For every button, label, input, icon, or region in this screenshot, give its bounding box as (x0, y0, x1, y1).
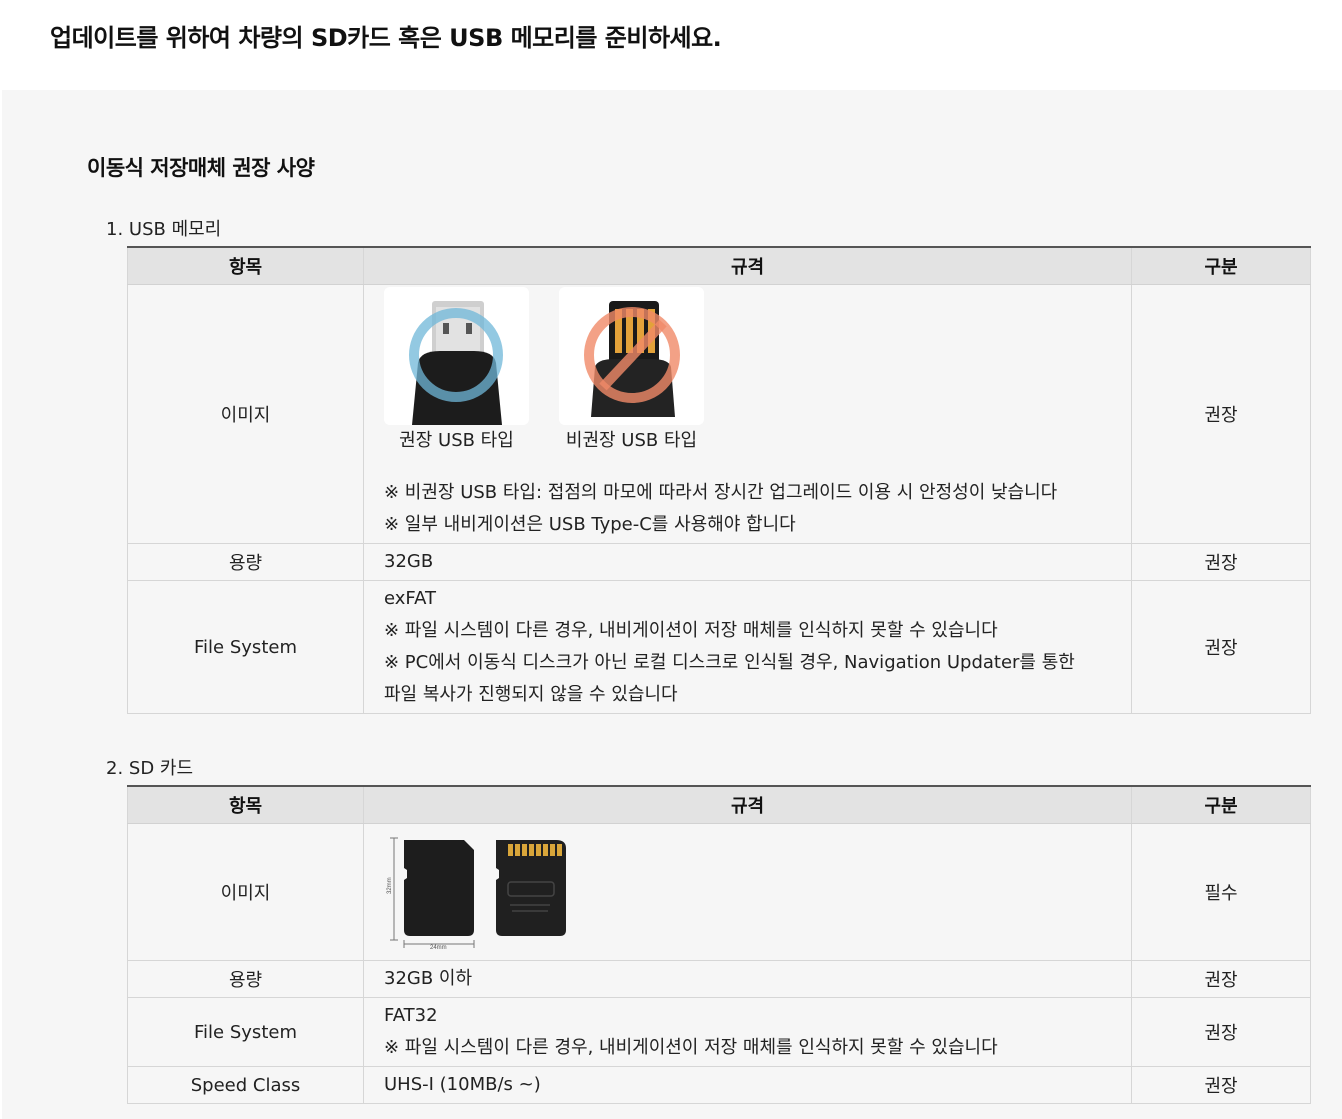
category-cell: 권장 (1131, 580, 1311, 714)
table-row: 이미지 권장 USB 타입 비권장 USB 타입 ※ 비권장 USB 타입: 접… (127, 284, 1311, 544)
table-header-row: 항목 규격 구분 (127, 785, 1311, 824)
table-row: File System exFAT ※ 파일 시스템이 다른 경우, 내비게이션… (127, 580, 1311, 714)
not-recommended-usb-image (559, 287, 704, 425)
section-title: 이동식 저장매체 권장 사양 (87, 156, 315, 180)
row-label: 이미지 (127, 823, 364, 961)
usb-spec-table: 항목 규격 구분 이미지 권장 USB 타입 비권장 USB 타입 ※ 비권장 … (127, 246, 1311, 714)
usb-note-type-c: ※ 일부 내비게이션은 USB Type-C를 사용해야 합니다 (384, 514, 796, 535)
not-recommended-usb-item: 비권장 USB 타입 (559, 287, 704, 455)
header-category: 구분 (1131, 246, 1311, 285)
usb-image-row: 권장 USB 타입 비권장 USB 타입 (384, 285, 1111, 455)
category-cell: 권장 (1131, 543, 1311, 581)
fs-value: FAT32 (384, 1005, 438, 1026)
row-label: Speed Class (127, 1066, 364, 1104)
table-header-row: 항목 규격 구분 (127, 246, 1311, 285)
sd-heading: 2. SD 카드 (106, 758, 194, 779)
table-row: 이미지 32mm 24mm 필수 (127, 823, 1311, 961)
capacity-value: 32GB 이하 (363, 960, 1132, 998)
not-recommended-usb-caption: 비권장 USB 타입 (565, 430, 698, 451)
recommended-usb-caption: 권장 USB 타입 (399, 430, 514, 451)
usb-note-wear: ※ 비권장 USB 타입: 접점의 마모에 따라서 장시간 업그레이드 이용 시… (384, 482, 1058, 503)
fs-note: ※ 파일 시스템이 다른 경우, 내비게이션이 저장 매체를 인식하지 못할 수… (384, 1037, 998, 1058)
header-item: 항목 (127, 246, 364, 285)
sd-dim-width: 24mm (430, 945, 447, 950)
page-title: 업데이트를 위하여 차량의 SD카드 혹은 USB 메모리를 준비하세요. (50, 24, 722, 52)
capacity-value: 32GB (363, 543, 1132, 581)
header-spec: 규격 (363, 246, 1132, 285)
sd-spec-table: 항목 규격 구분 이미지 32mm 24mm 필수 용량 32GB 이하 권장 … (127, 785, 1311, 1104)
recommended-usb-image (384, 287, 529, 425)
spec-cell: FAT32 ※ 파일 시스템이 다른 경우, 내비게이션이 저장 매체를 인식하… (363, 997, 1132, 1067)
speed-class-value: UHS-I (10MB/s ~) (363, 1066, 1132, 1104)
spec-cell: 권장 USB 타입 비권장 USB 타입 ※ 비권장 USB 타입: 접점의 마… (363, 284, 1132, 544)
spec-cell: exFAT ※ 파일 시스템이 다른 경우, 내비게이션이 저장 매체를 인식하… (363, 580, 1132, 714)
header-category: 구분 (1131, 785, 1311, 824)
table-row: File System FAT32 ※ 파일 시스템이 다른 경우, 내비게이션… (127, 997, 1311, 1067)
recommended-usb-item: 권장 USB 타입 (384, 287, 529, 455)
table-row: 용량 32GB 이하 권장 (127, 960, 1311, 998)
header-spec: 규격 (363, 785, 1132, 824)
sd-dim-height: 32mm (387, 877, 393, 894)
row-label: File System (127, 580, 364, 714)
fs-note-local-disk-cont: 파일 복사가 진행되지 않을 수 있습니다 (384, 684, 678, 705)
row-label: 용량 (127, 960, 364, 998)
row-label: 용량 (127, 543, 364, 581)
category-cell: 권장 (1131, 960, 1311, 998)
sd-card-image: 32mm 24mm (387, 837, 566, 950)
fs-value: exFAT (384, 588, 437, 609)
category-cell: 권장 (1131, 997, 1311, 1067)
row-label: File System (127, 997, 364, 1067)
spec-cell: 32mm 24mm (363, 823, 1132, 961)
row-label: 이미지 (127, 284, 364, 544)
category-cell: 권장 (1131, 284, 1311, 544)
table-row: 용량 32GB 권장 (127, 543, 1311, 581)
header-item: 항목 (127, 785, 364, 824)
usb-heading: 1. USB 메모리 (106, 219, 222, 240)
category-cell: 필수 (1131, 823, 1311, 961)
fs-note-local-disk: ※ PC에서 이동식 디스크가 아닌 로컬 디스크로 인식될 경우, Navig… (384, 652, 1075, 673)
table-row: Speed Class UHS-I (10MB/s ~) 권장 (127, 1066, 1311, 1104)
fs-note: ※ 파일 시스템이 다른 경우, 내비게이션이 저장 매체를 인식하지 못할 수… (384, 620, 998, 641)
category-cell: 권장 (1131, 1066, 1311, 1104)
